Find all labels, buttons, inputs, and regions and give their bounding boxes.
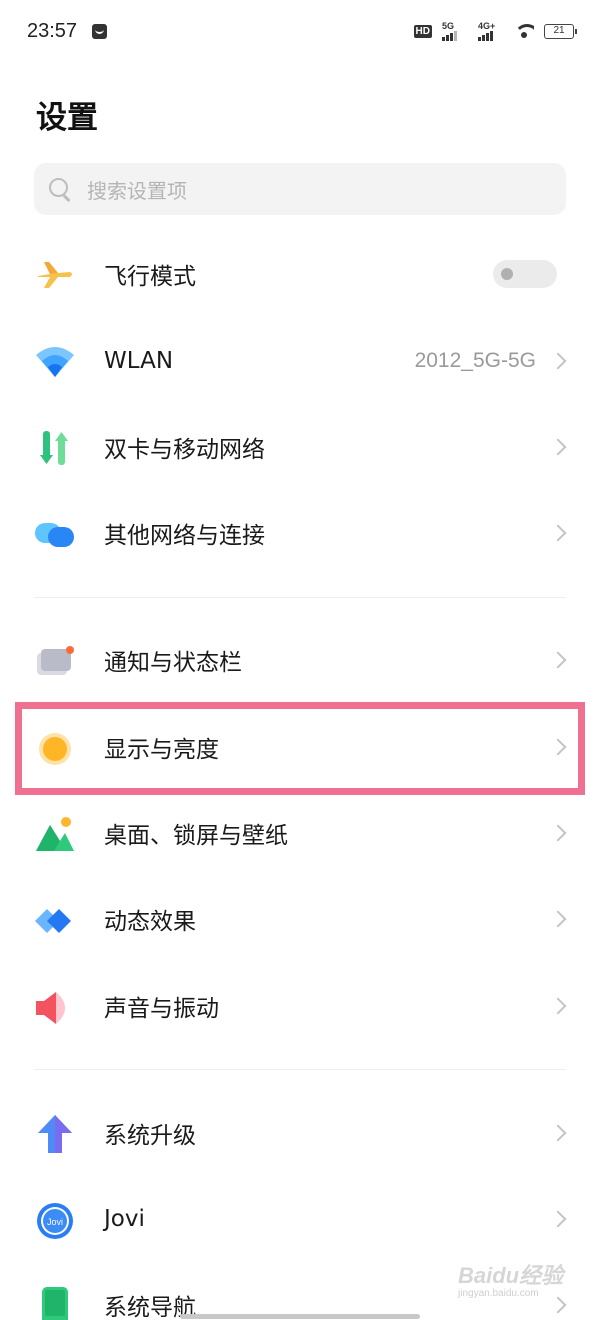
chevron-right-icon: [549, 524, 567, 542]
item-label: 通知与状态栏: [104, 650, 242, 676]
battery-icon: 21: [544, 23, 577, 39]
message-notification-icon: [92, 24, 107, 39]
chevron-right-icon: [549, 651, 567, 669]
settings-item-wlan[interactable]: WLAN 2012_5G-5G: [0, 318, 600, 404]
chevron-right-icon: [549, 997, 567, 1015]
motion-effects-icon: [35, 909, 71, 933]
search-input[interactable]: 搜索设置项: [34, 163, 566, 215]
chevron-right-icon: [549, 824, 567, 842]
airplane-icon: [38, 262, 72, 288]
item-label: 双卡与移动网络: [104, 437, 265, 463]
jovi-icon: Jovi: [37, 1203, 73, 1239]
settings-item-system-update[interactable]: 系统升级: [0, 1090, 600, 1176]
status-time: 23:57: [27, 20, 78, 42]
wlan-network-name: 2012_5G-5G: [414, 349, 536, 372]
sound-icon: [36, 992, 65, 1024]
chevron-right-icon: [549, 1124, 567, 1142]
wifi-icon: [36, 347, 74, 377]
page-title: 设置: [36, 100, 98, 136]
search-icon: [49, 178, 71, 200]
watermark-main: Baidu经验: [458, 1263, 564, 1288]
section-divider: [34, 1069, 566, 1070]
notification-icon: [37, 646, 74, 675]
wallpaper-icon: [36, 817, 74, 851]
sim1-signal-icon: 5G: [442, 21, 468, 41]
status-bar: 23:57 HD 5G 4G+ 21: [0, 0, 600, 66]
item-label: WLAN: [104, 348, 174, 374]
search-placeholder: 搜索设置项: [87, 178, 187, 203]
dual-sim-icon: [40, 431, 68, 465]
highlight-annotation-box: [15, 702, 585, 795]
system-update-icon: [38, 1115, 72, 1153]
item-label: 系统升级: [104, 1123, 196, 1149]
chevron-right-icon: [549, 910, 567, 928]
settings-item-jovi[interactable]: Jovi Jovi: [0, 1176, 600, 1262]
item-label: 桌面、锁屏与壁纸: [104, 823, 288, 849]
wifi-status-icon: [514, 24, 534, 38]
hd-voice-icon: HD: [413, 24, 432, 38]
connection-icon: [35, 523, 74, 547]
chevron-right-icon: [549, 438, 567, 456]
baidu-watermark: Baidu经验 jingyan.baidu.com: [458, 1258, 570, 1306]
settings-item-other-networks[interactable]: 其他网络与连接: [0, 490, 600, 576]
item-label: 动态效果: [104, 909, 196, 935]
settings-item-motion-effects[interactable]: 动态效果: [0, 876, 600, 962]
section-divider: [34, 597, 566, 598]
item-label: 飞行模式: [104, 264, 196, 290]
sim2-signal-icon: 4G+: [478, 21, 504, 41]
item-label: Jovi: [104, 1206, 145, 1232]
settings-item-notifications[interactable]: 通知与状态栏: [0, 617, 600, 703]
settings-item-sound[interactable]: 声音与振动: [0, 963, 600, 1049]
status-indicators: HD 5G 4G+ 21: [413, 21, 577, 41]
system-navigation-icon: [42, 1287, 68, 1320]
home-indicator[interactable]: [180, 1314, 420, 1319]
chevron-right-icon: [549, 352, 567, 370]
chevron-right-icon: [549, 1210, 567, 1228]
settings-item-dual-sim[interactable]: 双卡与移动网络: [0, 404, 600, 490]
settings-item-airplane-mode[interactable]: 飞行模式: [0, 231, 600, 317]
airplane-mode-toggle[interactable]: [493, 260, 557, 288]
svg-text:Jovi: Jovi: [47, 1217, 63, 1227]
settings-item-wallpaper[interactable]: 桌面、锁屏与壁纸: [0, 790, 600, 876]
item-label: 其他网络与连接: [104, 523, 265, 549]
item-label: 声音与振动: [104, 996, 219, 1022]
